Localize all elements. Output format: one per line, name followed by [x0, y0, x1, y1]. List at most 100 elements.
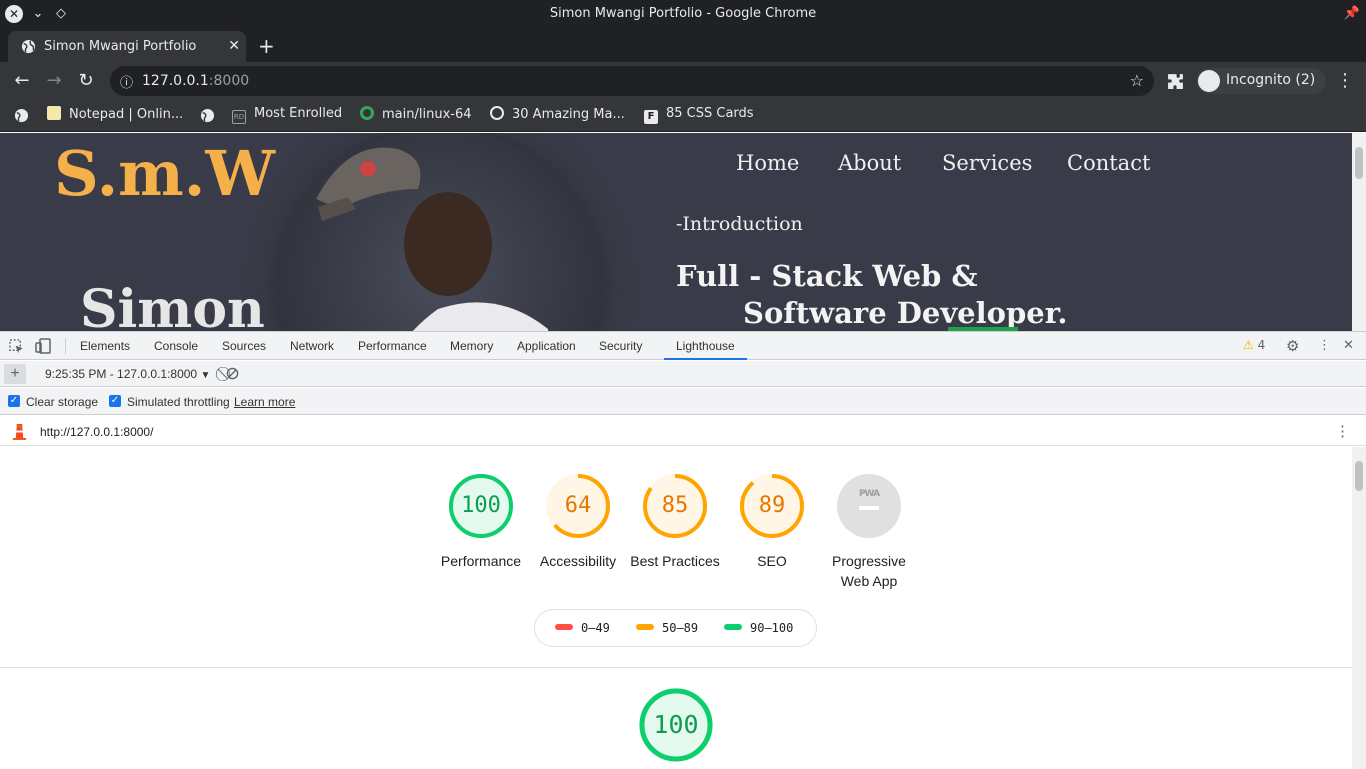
report-selector[interactable]: 9:25:35 PM - 127.0.0.1:8000 ▼ — [45, 367, 210, 381]
device-toolbar-icon[interactable] — [35, 338, 51, 354]
bookmark-notepad[interactable]: Notepad | Onlin... — [47, 106, 183, 122]
bookmark-85-css-cards[interactable]: F 85 CSS Cards — [644, 106, 754, 124]
headline-line-1: Full - Stack Web & — [676, 259, 978, 293]
legend-item-fail: 0–49 — [555, 621, 610, 635]
tab-performance[interactable]: Performance — [358, 339, 427, 353]
clear-icon[interactable] — [226, 367, 239, 380]
report-url[interactable]: http://127.0.0.1:8000/ — [40, 425, 153, 439]
gauge-label-pwa: Progressive Web App — [832, 553, 906, 589]
gauge-seo[interactable]: 89 — [739, 473, 805, 539]
tab-title: Simon Mwangi Portfolio — [44, 39, 197, 54]
gauge-performance-large[interactable]: 100 — [638, 687, 714, 763]
close-devtools-icon[interactable]: ✕ — [1343, 338, 1354, 353]
page-scrollbar[interactable] — [1352, 133, 1366, 331]
lighthouse-icon — [12, 424, 27, 440]
learn-more-link[interactable]: Learn more — [234, 395, 295, 409]
incognito-icon — [1198, 70, 1220, 92]
score-value: 85 — [661, 493, 689, 518]
notepad-icon — [47, 106, 61, 120]
chrome-menu-icon[interactable]: ⋮ — [1334, 70, 1356, 91]
devtools-menu-icon[interactable]: ⋮ — [1318, 338, 1331, 353]
nav-about[interactable]: About — [838, 151, 901, 175]
reload-icon[interactable]: ↻ — [75, 70, 97, 91]
intro-label: -Introduction — [676, 213, 803, 235]
profile-photo — [278, 133, 602, 331]
warnings-counter[interactable]: ⚠ 4 — [1243, 338, 1265, 352]
gauge-best-practices[interactable]: 85 — [642, 473, 708, 539]
lighthouse-options: ✓ Clear storage ✓ Simulated throttling L… — [0, 388, 1366, 415]
site-logo[interactable]: S.m.W — [54, 137, 275, 210]
new-tab-icon[interactable]: + — [258, 34, 275, 58]
gauge-label-seo: SEO — [757, 553, 787, 569]
incognito-profile-button[interactable]: Incognito (2) — [1196, 68, 1326, 94]
settings-gear-icon[interactable]: ⚙ — [1286, 337, 1299, 355]
tab-memory[interactable]: Memory — [450, 339, 493, 353]
nav-contact[interactable]: Contact — [1067, 151, 1150, 175]
gauge-label-best-practices: Best Practices — [630, 553, 720, 569]
devtools-tab-bar: Elements Console Sources Network Perform… — [0, 332, 1366, 360]
globe-icon[interactable] — [14, 108, 29, 123]
tab-lighthouse[interactable]: Lighthouse — [664, 339, 747, 360]
toolbar-divider — [65, 338, 66, 354]
browser-tab[interactable]: Simon Mwangi Portfolio ✕ — [8, 31, 246, 62]
gauge-label-accessibility: Accessibility — [539, 553, 617, 569]
bookmark-star-icon[interactable]: ☆ — [1130, 71, 1144, 90]
score-value: 64 — [564, 493, 592, 518]
nav-home[interactable]: Home — [736, 151, 799, 175]
ring-icon — [360, 106, 374, 120]
simulated-throttling-label: Simulated throttling — [127, 395, 230, 409]
tab-application[interactable]: Application — [517, 339, 576, 353]
gauge-performance[interactable]: 100 — [448, 473, 514, 539]
tab-console[interactable]: Console — [154, 339, 198, 353]
f-icon: F — [644, 110, 658, 124]
clear-storage-checkbox[interactable]: ✓ — [8, 395, 20, 407]
report-scrollbar[interactable] — [1352, 447, 1366, 769]
forward-icon[interactable]: → — [43, 70, 65, 91]
clear-storage-label: Clear storage — [26, 395, 99, 409]
new-report-icon[interactable]: + — [4, 364, 26, 384]
tab-security[interactable]: Security — [599, 339, 642, 353]
score-value: 89 — [758, 493, 786, 518]
back-icon[interactable]: ← — [11, 70, 33, 91]
info-icon[interactable]: ⓘ — [120, 72, 133, 91]
nav-services[interactable]: Services — [942, 151, 1032, 175]
score-legend: 0–49 50–89 90–100 — [534, 609, 817, 647]
extensions-icon[interactable] — [1167, 73, 1184, 90]
globe-icon — [21, 39, 36, 54]
score-value: 100 — [653, 710, 699, 739]
bookmark-main-linux[interactable]: main/linux-64 — [360, 106, 472, 122]
simulated-throttling-checkbox[interactable]: ✓ — [109, 395, 121, 407]
tab-close-icon[interactable]: ✕ — [228, 38, 240, 54]
bookmark-most-enrolled[interactable]: RD Most Enrolled — [232, 106, 342, 124]
lighthouse-report: 100 Performance 64 Accessibility 85 Best… — [0, 447, 1352, 769]
bookmark-30-amazing[interactable]: 30 Amazing Ma... — [490, 106, 625, 122]
tab-elements[interactable]: Elements — [80, 339, 130, 353]
dropdown-arrow-icon: ▼ — [200, 370, 211, 381]
browser-toolbar: ← → ↻ ⓘ 127.0.0.1:8000 ☆ Incognito (2) ⋮ — [0, 62, 1366, 100]
title-bar: ✕ ⌄ ◇ Simon Mwangi Portfolio - Google Ch… — [0, 0, 1366, 29]
bookmarks-bar: Notepad | Onlin... RD Most Enrolled main/… — [0, 100, 1366, 132]
headline-line-2: Software Developer. — [743, 296, 1068, 330]
tab-sources[interactable]: Sources — [222, 339, 266, 353]
rd-icon: RD — [232, 110, 246, 124]
report-url-bar: http://127.0.0.1:8000/ ⋮ — [0, 416, 1366, 446]
badge-icon — [490, 106, 504, 120]
pin-icon[interactable]: 📌 — [1343, 5, 1361, 23]
gauge-pwa[interactable]: PWA — [836, 473, 902, 539]
address-bar[interactable]: ⓘ 127.0.0.1:8000 ☆ — [110, 66, 1154, 96]
warning-icon: ⚠ — [1243, 338, 1254, 352]
url-text: 127.0.0.1:8000 — [142, 73, 250, 89]
page-viewport: S.m.W Simon Home About Services Contact … — [0, 133, 1352, 331]
report-menu-icon[interactable]: ⋮ — [1335, 422, 1350, 440]
legend-item-average: 50–89 — [636, 621, 698, 635]
tab-network[interactable]: Network — [290, 339, 334, 353]
globe-icon[interactable] — [200, 108, 215, 123]
tab-strip: Simon Mwangi Portfolio ✕ — [0, 29, 1366, 62]
section-divider — [0, 667, 1352, 668]
inspect-element-icon[interactable] — [9, 339, 24, 354]
legend-item-pass: 90–100 — [724, 621, 793, 635]
gauge-accessibility[interactable]: 64 — [545, 473, 611, 539]
score-value: 100 — [461, 493, 501, 518]
hero-name: Simon — [80, 279, 265, 331]
devtools-panel: Elements Console Sources Network Perform… — [0, 331, 1366, 769]
